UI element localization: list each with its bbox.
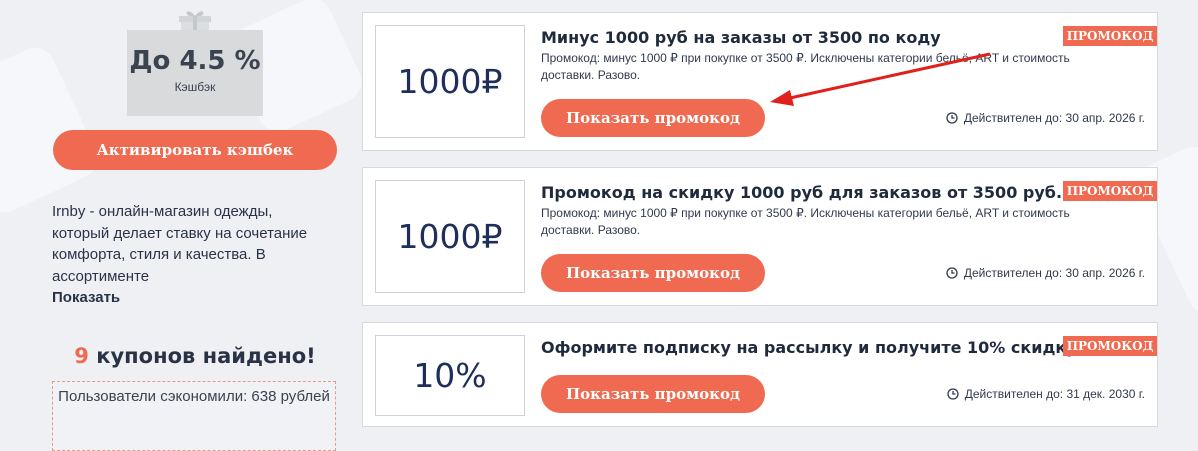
coupon-value: 1000₽	[397, 62, 503, 101]
coupon-card: 10% Оформите подписку на рассылку и полу…	[362, 322, 1158, 427]
cashback-box: До 4.5 % Кэшбэк	[127, 30, 263, 116]
coupon-title[interactable]: Оформите подписку на рассылку и получите…	[541, 338, 1077, 357]
coupon-title[interactable]: Промокод на скидку 1000 руб для заказов …	[541, 183, 1062, 202]
valid-until: Действителен до: 30 апр. 2026 г.	[946, 111, 1145, 125]
cashback-label: Кэшбэк	[174, 80, 216, 94]
valid-until-text: Действителен до: 30 апр. 2026 г.	[963, 111, 1145, 125]
valid-until-text: Действителен до: 30 апр. 2026 г.	[963, 266, 1145, 280]
clock-icon	[946, 267, 958, 279]
coupon-value-box: 10%	[375, 335, 525, 416]
coupon-card: 1000₽ Минус 1000 руб на заказы от 3500 п…	[362, 12, 1158, 151]
savings-text: Пользователи сэкономили: 638 рублей	[58, 388, 330, 405]
promo-badge: ПРОМОКОД	[1063, 336, 1157, 356]
show-more-link[interactable]: Показать	[52, 289, 120, 306]
show-promocode-button[interactable]: Показать промокод	[541, 254, 765, 292]
coupon-description: Промокод: минус 1000 ₽ при покупке от 35…	[541, 206, 1070, 237]
savings-box: Пользователи сэкономили: 638 рублей	[52, 381, 336, 451]
store-description: Irnby - онлайн-магазин одежды, который д…	[52, 203, 308, 285]
store-sidebar: До 4.5 % Кэшбэк Активировать кэшбек Irnb…	[52, 0, 342, 451]
valid-until: Действителен до: 31 дек. 2030 г.	[947, 387, 1145, 401]
clock-icon	[946, 112, 958, 124]
valid-until: Действителен до: 30 апр. 2026 г.	[946, 266, 1145, 280]
coupon-card: 1000₽ Промокод на скидку 1000 руб для за…	[362, 167, 1158, 306]
valid-until-text: Действителен до: 31 дек. 2030 г.	[964, 387, 1145, 401]
coupons-found-text: купонов найдено!	[88, 344, 316, 368]
show-promocode-button[interactable]: Показать промокод	[541, 99, 765, 137]
show-promocode-button[interactable]: Показать промокод	[541, 375, 765, 413]
red-arrow-annotation	[770, 52, 991, 106]
coupon-value: 10%	[413, 356, 487, 395]
coupon-title[interactable]: Минус 1000 руб на заказы от 3500 по коду	[541, 28, 941, 47]
activate-cashback-button[interactable]: Активировать кэшбек	[53, 130, 337, 170]
coupons-found-heading: 9 купонов найдено!	[52, 344, 338, 368]
coupon-value-box: 1000₽	[375, 25, 525, 138]
promo-badge: ПРОМОКОД	[1063, 181, 1157, 201]
coupon-value: 1000₽	[397, 217, 503, 256]
cashback-value: До 4.5 %	[129, 46, 261, 76]
coupon-value-box: 1000₽	[375, 180, 525, 293]
promo-badge: ПРОМОКОД	[1063, 26, 1157, 46]
clock-icon	[947, 388, 959, 400]
coupons-count: 9	[74, 344, 89, 368]
